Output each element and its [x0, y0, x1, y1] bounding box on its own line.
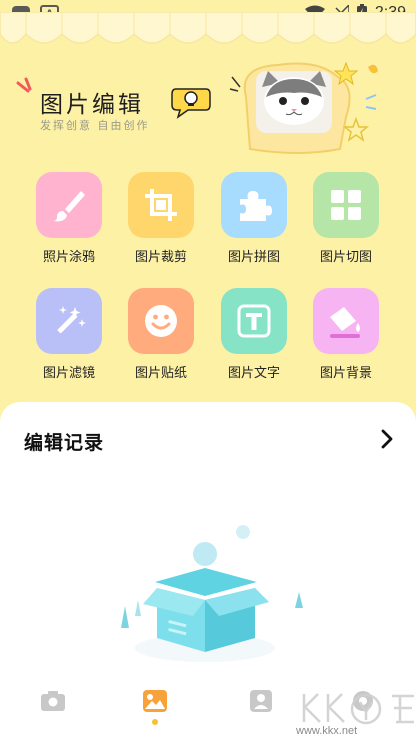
nav-profile[interactable]	[246, 686, 276, 716]
tool-label: 图片滤镜	[42, 366, 95, 381]
tool-filter[interactable]: 图片滤镜	[29, 288, 109, 381]
awning-decoration	[0, 12, 416, 44]
tool-collage[interactable]: 图片拼图	[214, 172, 294, 265]
watermark-text: www.kkx.net	[296, 725, 358, 737]
magic-wand-icon	[57, 306, 86, 334]
crop-icon	[145, 189, 177, 221]
tool-label: 图片贴纸	[134, 366, 187, 381]
header-banner: 图片编辑 发挥创意 自由创作	[0, 55, 416, 165]
empty-box-illustration	[121, 525, 303, 662]
cat-illustration	[229, 61, 378, 154]
tool-label: 图片背景	[319, 366, 372, 381]
tool-label: 图片切图	[319, 250, 372, 265]
nav-gallery[interactable]	[140, 686, 170, 716]
grid-icon	[331, 190, 361, 220]
lightbulb-icon	[171, 88, 211, 119]
brush-icon	[53, 191, 85, 222]
tool-label: 图片文字	[227, 366, 280, 381]
paint-bucket-icon	[330, 307, 360, 338]
puzzle-icon	[240, 191, 272, 221]
profile-icon	[250, 690, 272, 712]
tool-text[interactable]: 图片文字	[214, 288, 294, 381]
history-title: 编辑记录	[24, 432, 105, 454]
tool-doodle[interactable]: 照片涂鸦	[29, 172, 109, 265]
smiley-icon	[145, 305, 177, 337]
tool-crop[interactable]: 图片裁剪	[121, 172, 201, 265]
camera-icon	[41, 691, 65, 711]
tool-label: 图片拼图	[227, 250, 280, 265]
page-title: 图片编辑	[40, 92, 144, 118]
page-subtitle: 发挥创意 自由创作	[40, 119, 150, 132]
nav-camera[interactable]	[38, 686, 68, 716]
gallery-icon	[143, 690, 167, 712]
tool-sticker[interactable]: 图片贴纸	[121, 288, 201, 381]
text-icon	[237, 304, 271, 338]
active-indicator	[152, 719, 158, 725]
sparkle-decoration-icon	[16, 77, 32, 93]
chevron-right-icon[interactable]	[380, 428, 394, 450]
tool-background[interactable]: 图片背景	[306, 288, 386, 381]
tool-slice[interactable]: 图片切图	[306, 172, 386, 265]
tool-label: 照片涂鸦	[42, 250, 95, 265]
tool-label: 图片裁剪	[134, 250, 187, 265]
